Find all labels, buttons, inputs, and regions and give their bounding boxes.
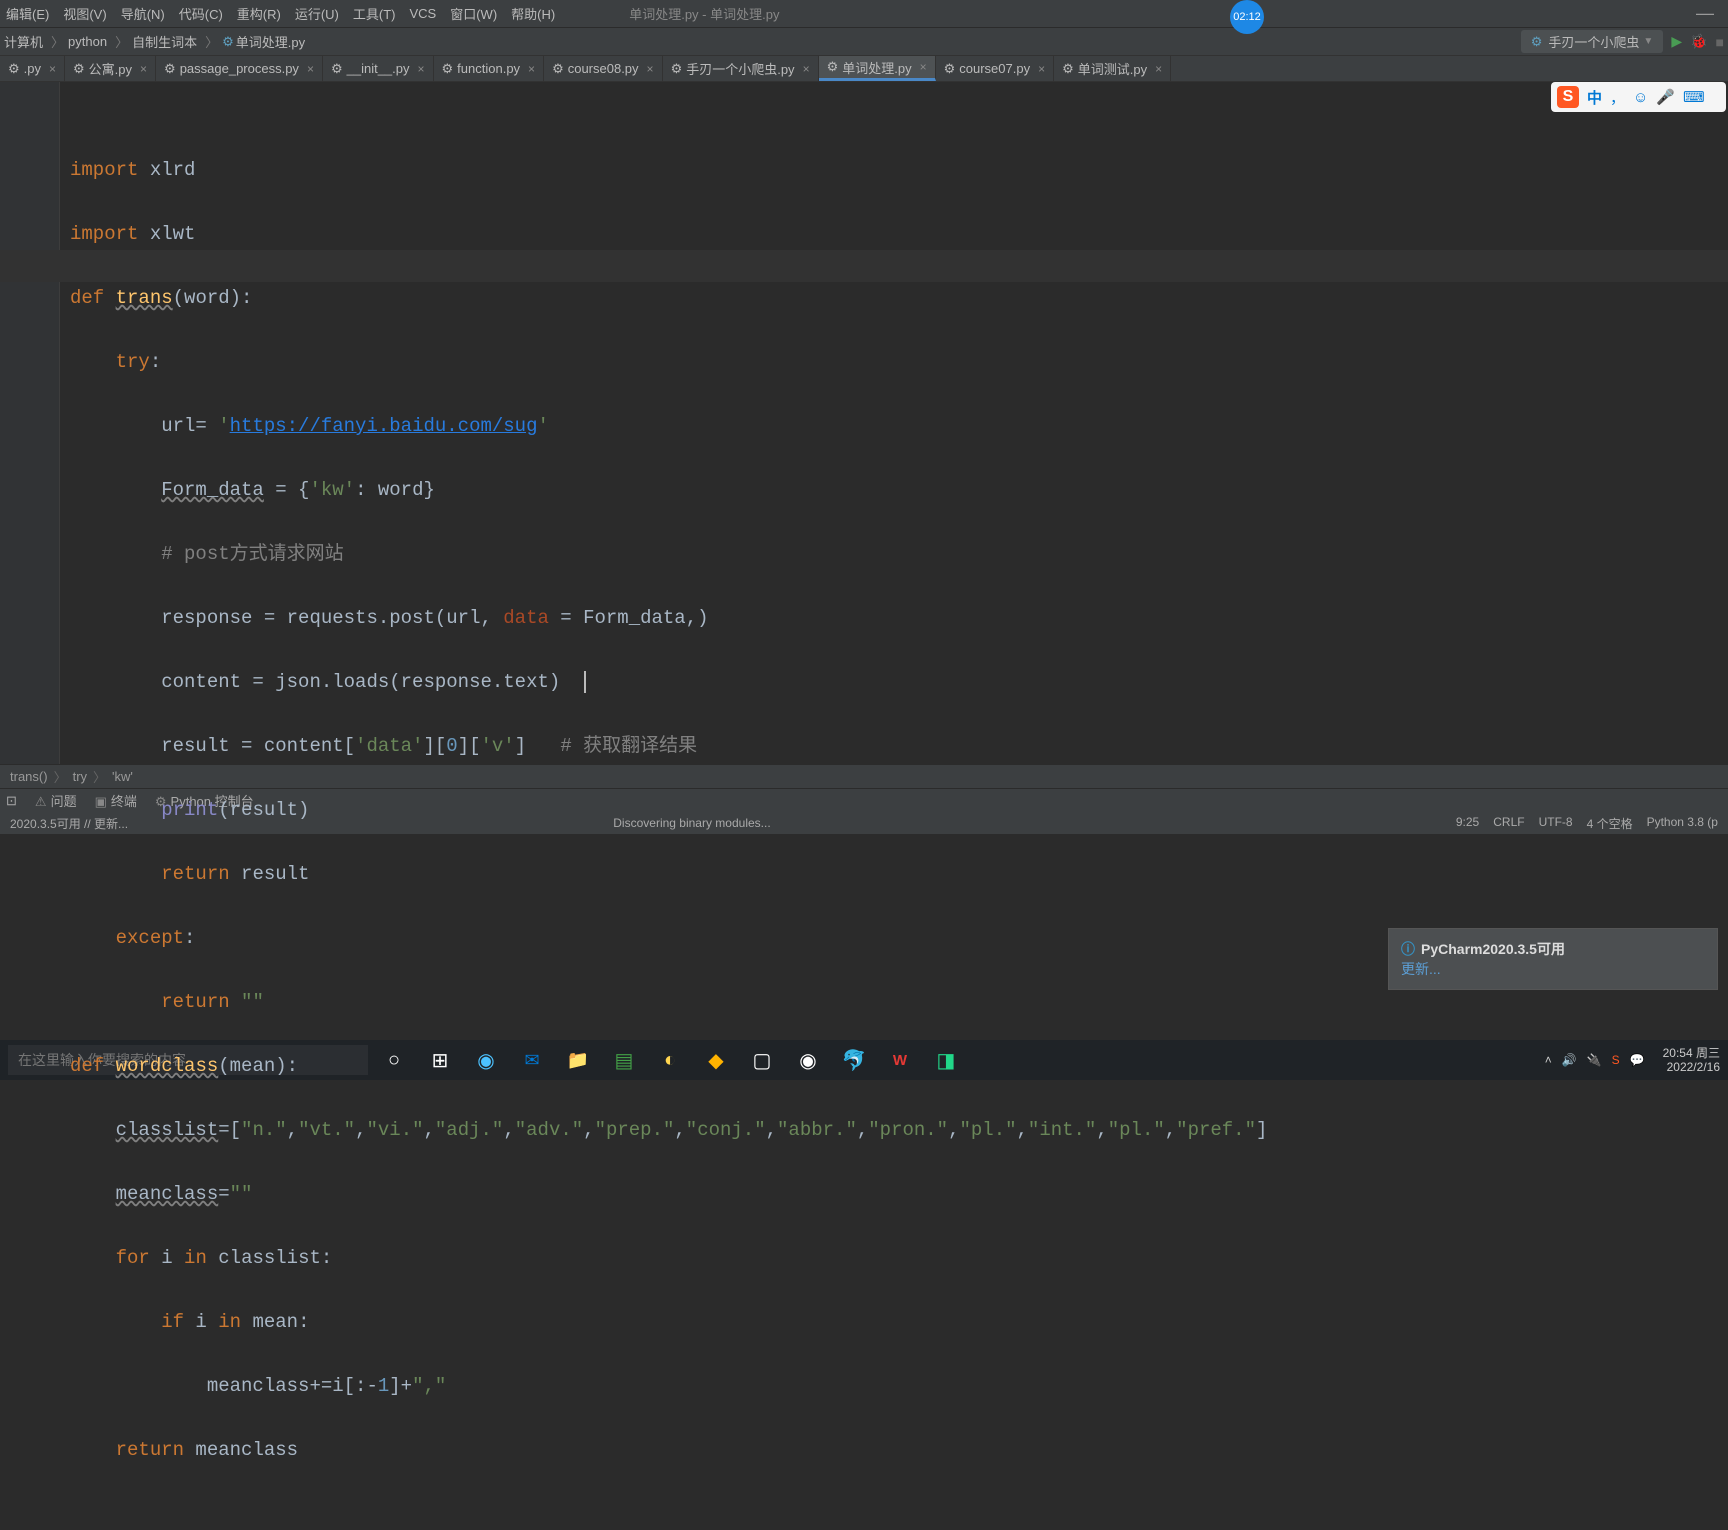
python-icon: ⚙ [1531,34,1543,50]
system-tray[interactable]: ˄ 🔊 🔌 S 💬 20:54 周三 2022/2/16 [1545,1046,1720,1074]
file-encoding[interactable]: UTF-8 [1539,815,1573,832]
minimize-button[interactable]: — [1688,3,1722,24]
line-separator[interactable]: CRLF [1493,815,1524,832]
close-icon[interactable]: × [1038,62,1045,76]
editor-tab-active[interactable]: ⚙单词处理.py× [819,56,936,81]
menu-tools[interactable]: 工具(T) [353,4,396,23]
menu-bar: 编辑(E) 视图(V) 导航(N) 代码(C) 重构(R) 运行(U) 工具(T… [0,0,1728,28]
tray-volume-icon[interactable]: 🔊 [1562,1053,1577,1067]
editor-tab[interactable]: ⚙手刃一个小爬虫.py× [663,56,819,81]
notification-popup[interactable]: ⓘ PyCharm2020.3.5可用 更新... [1388,928,1718,990]
ime-keyboard-icon[interactable]: ⌨ [1683,88,1705,106]
ime-toolbar[interactable]: S 中 ， ☺ 🎤 ⌨ [1551,82,1726,112]
caret-position[interactable]: 9:25 [1456,815,1479,832]
code-editor[interactable]: 💡 import xlrd import xlwt def trans(word… [0,82,1728,764]
editor-tab[interactable]: ⚙.py× [0,56,65,81]
navigation-bar: 计算机〉 python〉 自制生词本〉 ⚙ 单词处理.py ⚙ 手刃一个小爬虫 … [0,28,1728,56]
taskbar-clock[interactable]: 20:54 周三 2022/2/16 [1663,1046,1720,1074]
python-interpreter[interactable]: Python 3.8 (p [1647,815,1718,832]
editor-tabs: ⚙.py× ⚙公寓.py× ⚙passage_process.py× ⚙__in… [0,56,1728,82]
sogou-logo-icon[interactable]: S [1557,86,1579,108]
breadcrumb-item[interactable]: 计算机 [4,32,43,51]
editor-tab[interactable]: ⚙passage_process.py× [156,56,323,81]
ime-mic-icon[interactable]: 🎤 [1656,88,1675,106]
close-icon[interactable]: × [647,62,654,76]
tray-action-center-icon[interactable]: 💬 [1630,1053,1645,1067]
notification-update-link[interactable]: 更新... [1401,961,1441,977]
close-icon[interactable]: × [920,60,927,74]
menu-help[interactable]: 帮助(H) [511,4,555,23]
menu-edit[interactable]: 编辑(E) [6,4,49,23]
breadcrumb-item[interactable]: 自制生词本 [132,32,197,51]
breadcrumb-item[interactable]: python [68,34,107,49]
breadcrumb-item[interactable]: 单词处理.py [236,32,305,51]
editor-tab[interactable]: ⚙公寓.py× [65,56,156,81]
editor-tab[interactable]: ⚙单词测试.py× [1054,56,1171,81]
close-icon[interactable]: × [140,62,147,76]
stop-button[interactable]: ■ [1716,34,1724,50]
tool-generic[interactable]: ⊡ [6,793,17,809]
tray-chevron-up-icon[interactable]: ˄ [1545,1053,1552,1067]
debug-button[interactable]: 🐞 [1690,33,1707,50]
menu-code[interactable]: 代码(C) [179,4,223,23]
menu-run[interactable]: 运行(U) [295,4,339,23]
editor-tab[interactable]: ⚙__init__.py× [323,56,434,81]
run-button[interactable]: ▶ [1671,33,1682,50]
ime-lang-indicator[interactable]: 中 [1587,87,1602,108]
python-file-icon: ⚙ [222,34,234,50]
run-config-label: 手刃一个小爬虫 [1548,32,1639,51]
menu-refactor[interactable]: 重构(R) [237,4,281,23]
menu-navigate[interactable]: 导航(N) [121,4,165,23]
tray-network-icon[interactable]: 🔌 [1587,1053,1602,1067]
close-icon[interactable]: × [307,62,314,76]
indent-setting[interactable]: 4 个空格 [1587,815,1633,832]
run-config-selector[interactable]: ⚙ 手刃一个小爬虫 ▼ [1521,30,1664,53]
close-icon[interactable]: × [528,62,535,76]
menu-vcs[interactable]: VCS [409,6,436,21]
chevron-down-icon: ▼ [1643,36,1653,47]
editor-tab[interactable]: ⚙course08.py× [544,56,663,81]
editor-tab[interactable]: ⚙course07.py× [936,56,1055,81]
code-area[interactable]: import xlrd import xlwt def trans(word):… [60,82,1277,764]
close-icon[interactable]: × [49,62,56,76]
close-icon[interactable]: × [1155,62,1162,76]
menu-view[interactable]: 视图(V) [63,4,106,23]
close-icon[interactable]: × [418,62,425,76]
ime-punct-indicator[interactable]: ， [1610,87,1625,108]
window-title: 单词处理.py - 单词处理.py [629,4,779,23]
editor-tab[interactable]: ⚙function.py× [434,56,545,81]
gutter[interactable]: 💡 [0,82,60,764]
ime-emoji-icon[interactable]: ☺ [1633,89,1648,106]
recording-timer-badge: 02:12 [1230,0,1264,34]
current-line-highlight [0,250,1728,282]
close-icon[interactable]: × [803,62,810,76]
tray-ime-icon[interactable]: S [1612,1053,1620,1067]
menu-window[interactable]: 窗口(W) [450,4,497,23]
notification-title: PyCharm2020.3.5可用 [1421,939,1565,959]
info-icon: ⓘ [1401,939,1415,959]
breadcrumb-item[interactable]: trans() [10,769,48,784]
